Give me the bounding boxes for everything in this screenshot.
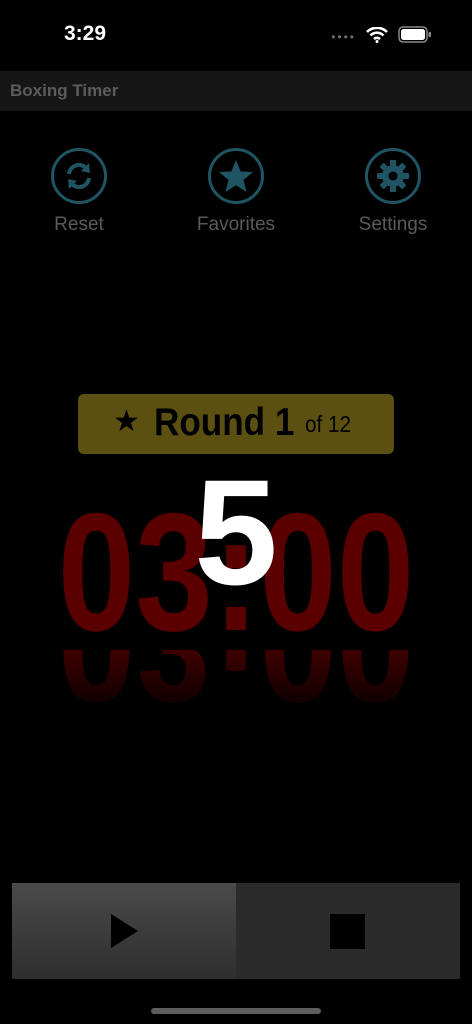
favorites-button[interactable]: Favorites xyxy=(176,148,296,236)
play-button[interactable] xyxy=(12,883,236,979)
settings-label: Settings xyxy=(358,214,428,235)
countdown-number: 5 xyxy=(194,448,278,616)
settings-button[interactable]: Settings xyxy=(333,148,453,236)
round-badge: ★ Round 1 of 12 xyxy=(78,394,394,454)
reset-label: Reset xyxy=(54,214,104,235)
status-bar: 3:29 •••• xyxy=(0,0,472,70)
status-icons: •••• xyxy=(331,26,432,48)
toolbar: Reset Favorites Settings xyxy=(0,148,472,248)
signal-dots: •••• xyxy=(331,30,356,44)
title-bar: Boxing Timer xyxy=(0,71,472,111)
app-title: Boxing Timer xyxy=(10,81,119,100)
stop-button[interactable] xyxy=(236,883,460,979)
gear-icon xyxy=(365,148,421,204)
timer-reflection-text: 03:00 xyxy=(40,650,432,720)
battery-icon xyxy=(398,26,432,48)
wifi-icon xyxy=(366,26,388,48)
play-icon xyxy=(111,914,138,948)
stop-icon xyxy=(330,914,365,949)
favorites-label: Favorites xyxy=(196,214,276,235)
round-label: Round 1 xyxy=(154,401,295,444)
control-bar xyxy=(12,883,460,979)
reset-button[interactable]: Reset xyxy=(19,148,139,236)
timer-reflection: 03:00 xyxy=(0,650,472,720)
round-star-icon: ★ xyxy=(113,405,140,438)
round-total-label: of 12 xyxy=(305,411,352,437)
status-time: 3:29 xyxy=(64,22,107,45)
home-indicator[interactable] xyxy=(151,1008,321,1014)
star-icon xyxy=(208,148,264,204)
reset-icon xyxy=(51,148,107,204)
